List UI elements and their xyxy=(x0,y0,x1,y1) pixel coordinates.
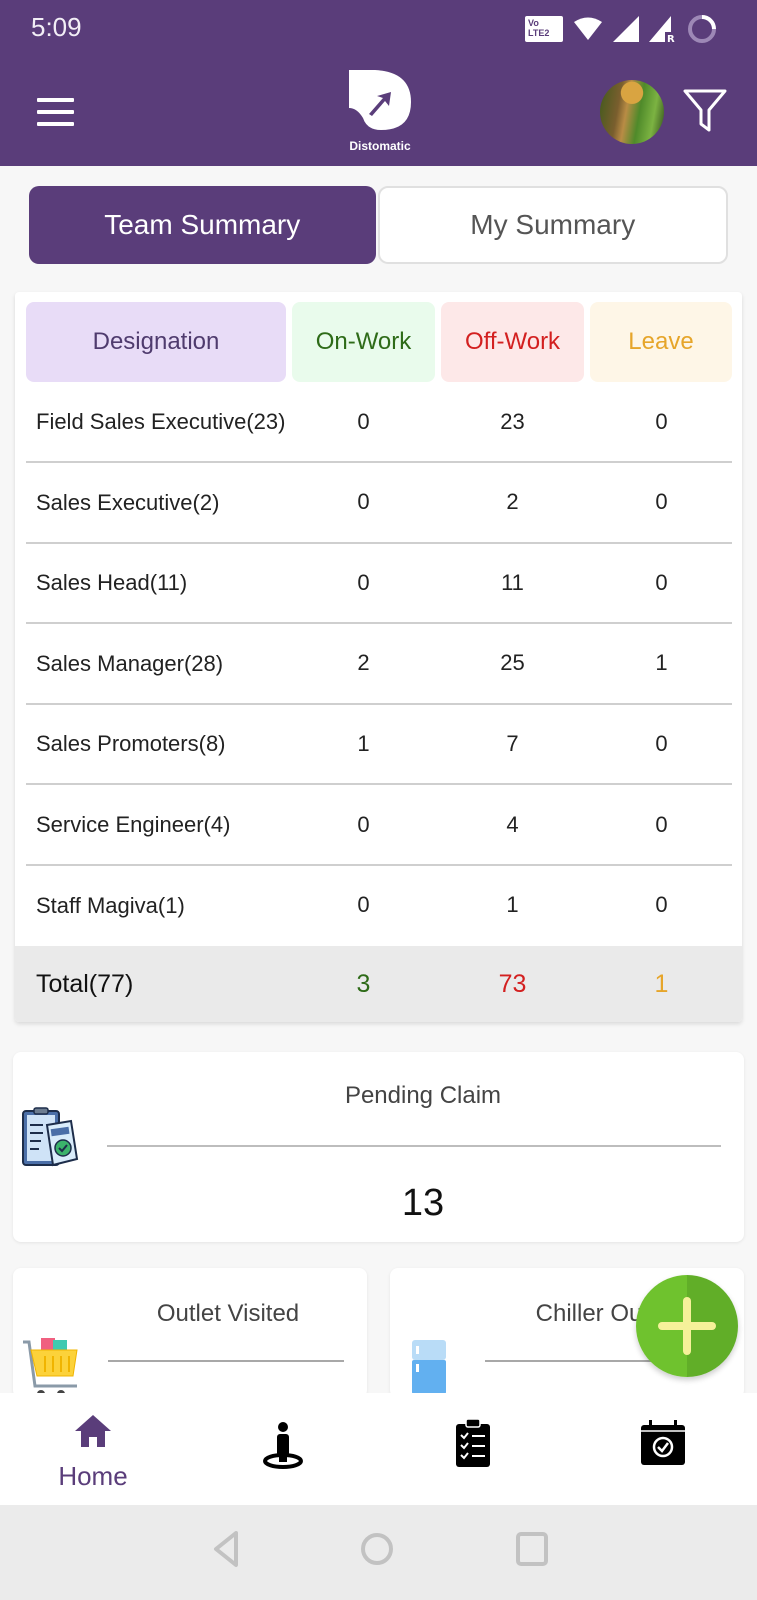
brand-name: Distomatic xyxy=(349,139,411,153)
nav-attendance[interactable] xyxy=(208,1393,358,1505)
leave-cell: 0 xyxy=(655,569,668,595)
signal-roaming-icon: R xyxy=(649,16,675,42)
pending-claim-value: 13 xyxy=(401,1182,445,1224)
leave-cell: 1 xyxy=(655,650,668,676)
on-work-cell: 0 xyxy=(357,569,370,595)
filter-icon[interactable] xyxy=(682,88,728,134)
leave-cell: 0 xyxy=(655,408,668,434)
shopping-cart-icon xyxy=(23,1338,78,1398)
table-row: Service Engineer(4) 0 4 0 xyxy=(26,785,732,866)
header-leave: Leave xyxy=(590,302,732,382)
off-work-cell: 25 xyxy=(500,650,525,676)
off-work-cell: 7 xyxy=(506,730,519,756)
refrigerator-icon xyxy=(412,1340,446,1394)
header-on-work: On-Work xyxy=(292,302,435,382)
on-work-cell: 0 xyxy=(357,811,370,837)
off-work-cell: 23 xyxy=(500,408,525,434)
designation-cell: Sales Promoters(8) xyxy=(36,731,226,757)
table-row: Sales Executive(2) 0 2 0 xyxy=(26,463,732,544)
pending-claim-title: Pending Claim xyxy=(344,1082,502,1109)
checklist-clipboard-icon xyxy=(456,1418,490,1467)
total-leave: 1 xyxy=(654,969,669,998)
header-designation: Designation xyxy=(26,302,286,382)
tab-team-summary[interactable]: Team Summary xyxy=(29,186,376,264)
volte-icon: Vo LTE2 xyxy=(525,16,563,42)
outlet-visited-title: Outlet Visited xyxy=(156,1300,300,1327)
off-work-cell: 4 xyxy=(506,811,519,837)
nav-home[interactable]: Home xyxy=(18,1393,168,1505)
header-off-work: Off-Work xyxy=(441,302,584,382)
summary-tabs: Team Summary My Summary xyxy=(29,186,728,266)
designation-cell: Staff Magiva(1) xyxy=(36,892,185,918)
nav-calendar[interactable] xyxy=(588,1393,738,1505)
app-bar: Distomatic xyxy=(0,58,757,166)
leave-cell: 0 xyxy=(655,730,668,756)
on-work-cell: 0 xyxy=(357,408,370,434)
bottom-nav: Home xyxy=(0,1393,757,1505)
on-work-cell: 0 xyxy=(357,892,370,918)
total-off-work: 73 xyxy=(498,969,527,998)
designation-cell: Sales Executive(2) xyxy=(36,489,220,515)
calendar-check-icon xyxy=(641,1420,685,1465)
outlet-visited-card[interactable]: Outlet Visited xyxy=(13,1268,367,1398)
plus-icon-stroke xyxy=(683,1297,691,1355)
on-work-cell: 0 xyxy=(357,489,370,515)
leave-cell: 0 xyxy=(655,489,668,515)
brand-logo: Distomatic xyxy=(340,68,420,158)
pending-claim-card[interactable]: Pending Claim 13 xyxy=(13,1052,744,1242)
on-work-cell: 1 xyxy=(357,730,370,756)
off-work-cell: 1 xyxy=(506,892,519,918)
off-work-cell: 2 xyxy=(506,489,519,515)
status-icons: Vo LTE2 R xyxy=(525,14,717,44)
avatar[interactable] xyxy=(600,80,664,144)
table-row: Sales Manager(28) 2 25 1 xyxy=(26,624,732,705)
signal-icon xyxy=(613,16,639,42)
back-icon[interactable] xyxy=(204,1527,248,1571)
battery-ring-icon xyxy=(688,15,716,43)
divider xyxy=(108,1360,344,1362)
designation-cell: Service Engineer(4) xyxy=(36,812,231,837)
on-work-cell: 2 xyxy=(357,650,370,676)
team-summary-table: Designation On-Work Off-Work Leave Field… xyxy=(15,292,742,1022)
nav-tasks[interactable] xyxy=(398,1393,548,1505)
tab-my-summary[interactable]: My Summary xyxy=(377,186,728,264)
table-header: Designation On-Work Off-Work Leave xyxy=(26,302,732,382)
divider xyxy=(107,1145,721,1147)
add-fab-button[interactable] xyxy=(636,1275,738,1377)
system-nav-bar xyxy=(0,1505,757,1600)
nav-home-label: Home xyxy=(58,1461,128,1491)
table-row: Staff Magiva(1) 0 1 0 xyxy=(26,866,732,947)
hamburger-icon[interactable] xyxy=(37,98,74,126)
designation-cell: Sales Head(11) xyxy=(36,570,188,596)
total-on-work: 3 xyxy=(356,969,371,998)
svg-text:R: R xyxy=(667,34,675,42)
wifi-icon xyxy=(574,17,602,40)
table-row: Sales Promoters(8) 1 7 0 xyxy=(26,704,732,786)
home-icon xyxy=(75,1415,111,1447)
table-row: Sales Head(11) 0 11 0 xyxy=(26,543,732,625)
claim-clipboard-icon xyxy=(22,1107,79,1167)
status-time: 5:09 xyxy=(31,12,82,42)
leave-cell: 0 xyxy=(655,811,668,837)
designation-cell: Field Sales Executive(23) xyxy=(36,409,286,434)
total-label: Total(77) xyxy=(36,969,134,998)
designation-cell: Sales Manager(28) xyxy=(36,650,224,676)
home-circle-icon[interactable] xyxy=(355,1527,399,1571)
table-total-row: Total(77) 3 73 1 xyxy=(15,946,742,1022)
recents-icon[interactable] xyxy=(510,1527,554,1571)
table-row: Field Sales Executive(23) 0 23 0 xyxy=(26,382,732,463)
person-location-icon xyxy=(263,1422,303,1469)
distomatic-logo-icon xyxy=(349,70,411,130)
off-work-cell: 11 xyxy=(501,569,524,595)
leave-cell: 0 xyxy=(655,892,668,918)
status-bar: 5:09 Vo LTE2 R xyxy=(0,0,757,58)
